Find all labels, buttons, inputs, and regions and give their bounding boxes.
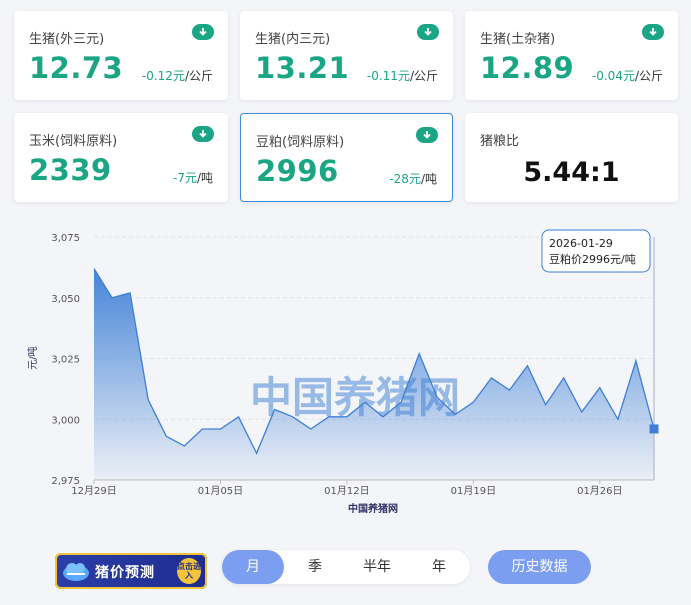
card-change: -28元/吨: [389, 172, 437, 186]
ratio-value: 5.44:1: [523, 157, 620, 188]
price-card-pig-outer[interactable]: 生猪(外三元) 12.73 -0.12元/公斤: [14, 11, 228, 100]
card-name: 生猪(内三元): [255, 32, 331, 47]
price-card-corn[interactable]: 玉米(饲料原料) 2339 -7元/吨: [14, 113, 228, 202]
price-card-pig-inner[interactable]: 生猪(内三元) 13.21 -0.11元/公斤: [240, 11, 453, 100]
tab-month[interactable]: 月: [222, 550, 284, 584]
download-arrow-icon[interactable]: [192, 126, 214, 142]
card-name: 生猪(土杂猪): [480, 32, 556, 47]
x-tick-label: 01月19日: [451, 485, 496, 497]
bottom-controls: 猪价预测 点击进入 月 季 半年 年 历史数据: [0, 540, 691, 600]
card-name: 生猪(外三元): [29, 32, 105, 47]
y-axis-label: 元/吨: [26, 346, 39, 369]
price-card-soymeal[interactable]: 豆粕(饲料原料) 2996 -28元/吨: [240, 113, 453, 202]
cloud-icon: [63, 563, 89, 581]
tab-year[interactable]: 年: [408, 550, 470, 584]
x-tick-label: 01月05日: [198, 485, 243, 497]
promo-text: 猪价预测: [95, 565, 155, 581]
download-arrow-icon[interactable]: [192, 24, 214, 40]
pig-grain-ratio-card[interactable]: 猪粮比 5.44:1: [465, 113, 678, 202]
tooltip-value: 豆粕价2996元/吨: [549, 252, 636, 266]
price-forecast-banner[interactable]: 猪价预测 点击进入: [55, 553, 207, 589]
card-change: -0.12元/公斤: [141, 69, 213, 83]
card-price: 2339: [29, 153, 112, 187]
y-axis-ticks: 2,9753,0003,0253,0503,075: [51, 233, 80, 487]
y-tick-label: 3,075: [51, 233, 80, 244]
x-tick-label: 12月29日: [71, 485, 116, 497]
card-price: 12.73: [29, 51, 124, 85]
price-chart[interactable]: 中国养猪网 2,975 3,000 3,025 3,050 3,075 12月29日 01…: [0, 220, 691, 520]
x-axis-ticks: 12月29日 01月05日 01月12日 01月19日 01月26日: [71, 480, 623, 497]
y-tick-label: 3,050: [51, 294, 80, 305]
hover-point-marker[interactable]: [649, 424, 659, 434]
chart-tooltip: 2026-01-29 豆粕价2996元/吨: [541, 229, 651, 273]
card-price: 12.89: [480, 51, 575, 85]
y-tick-label: 3,025: [51, 355, 80, 366]
download-arrow-icon[interactable]: [642, 24, 664, 40]
download-arrow-icon[interactable]: [417, 24, 439, 40]
price-card-pig-local[interactable]: 生猪(土杂猪) 12.89 -0.04元/公斤: [465, 11, 678, 100]
y-tick-label: 3,000: [51, 415, 80, 426]
card-change: -0.04元/公斤: [591, 69, 663, 83]
card-name: 玉米(饲料原料): [29, 134, 118, 149]
card-name: 豆粕(饲料原料): [256, 135, 345, 150]
promo-enter-badge[interactable]: 点击进入: [177, 558, 201, 584]
x-axis-label: 中国养猪网: [348, 502, 398, 515]
card-change: -7元/吨: [172, 171, 213, 185]
card-price: 2996: [256, 154, 339, 188]
x-tick-label: 01月26日: [577, 485, 622, 497]
period-tabs: 月 季 半年 年: [222, 550, 470, 584]
tab-quarter[interactable]: 季: [284, 550, 346, 584]
card-change: -0.11元/公斤: [366, 69, 438, 83]
card-price: 13.21: [255, 51, 350, 85]
chart-svg[interactable]: 中国养猪网 2,9753,0003,0253,0503,075 12月29日 01…: [0, 220, 691, 520]
card-name: 猪粮比: [480, 134, 520, 149]
tab-half-year[interactable]: 半年: [346, 550, 408, 584]
tooltip-date: 2026-01-29: [549, 237, 613, 250]
x-tick-label: 01月12日: [324, 485, 369, 497]
history-data-button[interactable]: 历史数据: [488, 550, 591, 584]
download-arrow-icon[interactable]: [416, 127, 438, 143]
